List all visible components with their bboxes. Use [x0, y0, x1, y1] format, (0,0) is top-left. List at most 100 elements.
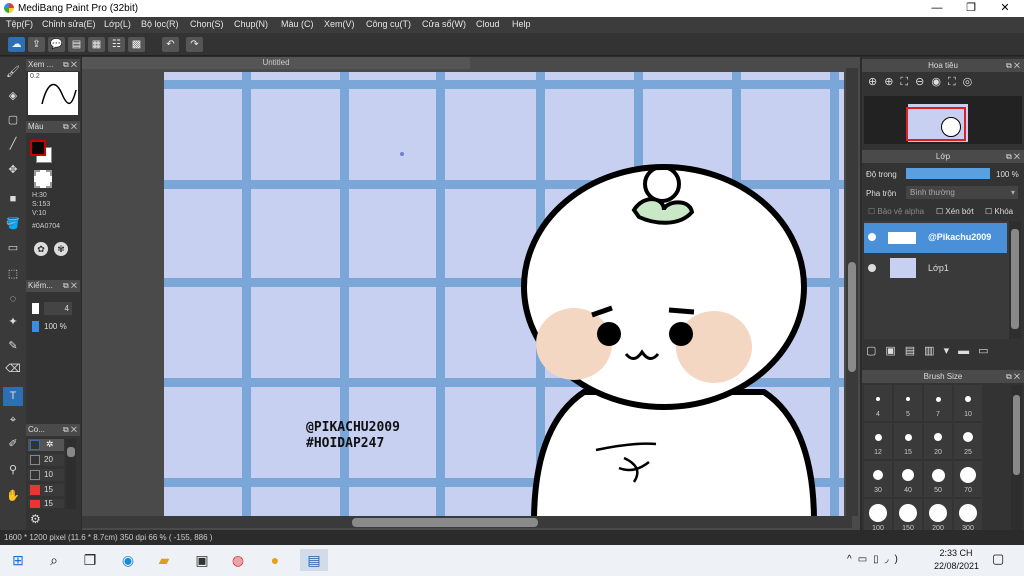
menu-color[interactable]: Màu (C) — [281, 19, 314, 29]
document-tab[interactable]: Untitled — [82, 57, 470, 69]
layer-action-buttons[interactable]: ▢▣▤▥▾▬▭ — [866, 344, 1020, 360]
magic-wand-tool-icon[interactable]: ✦ — [3, 313, 23, 332]
lasso-tool-icon[interactable]: ◌ — [3, 290, 23, 309]
brush-size-option[interactable]: 25 — [954, 423, 982, 459]
panel-close-icon[interactable]: ⧉ ✕ — [63, 280, 77, 292]
drawing-canvas[interactable]: @PIKACHU2009 #HOIDAP247 — [164, 72, 844, 516]
undo-button[interactable]: ↶ — [162, 37, 179, 52]
line-tool-icon[interactable]: ╱ — [3, 135, 23, 154]
close-button[interactable]: ✕ — [990, 1, 1020, 16]
color-set-scrollbar[interactable] — [66, 439, 76, 509]
brush-size-option[interactable]: 4 — [864, 385, 892, 421]
add-color-icon[interactable]: ⚙ — [30, 512, 46, 526]
brush-size-option[interactable]: 50 — [924, 461, 952, 497]
layer-row[interactable]: @Pikachu2009 — [864, 223, 1007, 253]
windows-start-icon[interactable]: ⊞ — [6, 549, 30, 571]
layer-row[interactable]: Lớp1 — [864, 255, 1007, 281]
fill-rect-tool-icon[interactable]: ■ — [3, 190, 23, 209]
brush-size-option[interactable]: 200 — [924, 499, 952, 530]
panel-close-icon[interactable]: ⧉ ✕ — [1006, 150, 1020, 163]
panel-close-icon[interactable]: ⧉ ✕ — [63, 59, 77, 71]
dropper-tool-icon[interactable]: ✐ — [3, 435, 23, 454]
color-set-row[interactable]: ✲ — [28, 439, 64, 451]
brush-size-option[interactable]: 70 — [954, 461, 982, 497]
text-tool-icon[interactable]: T — [3, 387, 23, 406]
navigator-buttons[interactable]: ⊕⊕⛶⊖◉⛶◎ — [864, 75, 1022, 93]
foreground-color-swatch[interactable] — [30, 140, 46, 156]
color-set-row[interactable]: 15 — [28, 484, 64, 496]
protect-alpha-checkbox[interactable]: ☐ Bảo vệ alpha — [868, 207, 924, 216]
palette-icon[interactable]: ✿ — [34, 242, 48, 256]
menu-tools[interactable]: Công cụ(T) — [366, 19, 411, 29]
panel-close-icon[interactable]: ⧉ ✕ — [1006, 59, 1020, 72]
select-pen-tool-icon[interactable]: ✎ — [3, 337, 23, 356]
panel-close-icon[interactable]: ⧉ ✕ — [63, 121, 77, 133]
brush-opacity-value[interactable]: 100 % — [44, 322, 67, 331]
move-tool-icon[interactable]: ✥ — [3, 161, 23, 180]
search-icon[interactable]: ⌕ — [42, 549, 66, 571]
select-rect-tool-icon[interactable]: ⬚ — [3, 265, 23, 284]
medibang-taskbar-icon[interactable]: ● — [263, 549, 287, 571]
minimize-button[interactable]: — — [922, 1, 952, 16]
brush-size-option[interactable]: 40 — [894, 461, 922, 497]
menu-filter[interactable]: Bộ lọc(R) — [141, 19, 179, 29]
menu-select[interactable]: Chọn(S) — [190, 19, 224, 29]
color-set-row[interactable]: 15 — [28, 499, 64, 508]
brush-size-option[interactable]: 150 — [894, 499, 922, 530]
brush-tool-icon[interactable]: 🖌 — [3, 63, 23, 82]
eyedropper-tool-icon[interactable]: ⚲ — [3, 461, 23, 480]
select-eraser-tool-icon[interactable]: ⌫ — [3, 360, 23, 379]
menu-edit[interactable]: Chỉnh sửa(E) — [42, 19, 96, 29]
brush-size-option[interactable]: 15 — [894, 423, 922, 459]
cloud-icon[interactable]: ☁ — [8, 37, 25, 52]
navigator-preview[interactable] — [864, 96, 1022, 144]
menu-file[interactable]: Tệp(F) — [6, 19, 33, 29]
horizontal-scroll-thumb[interactable] — [352, 518, 538, 527]
grid-icon[interactable]: ▩ — [128, 37, 145, 52]
color-set-row[interactable]: 20 — [28, 454, 64, 466]
lock-checkbox[interactable]: ☐ Khóa — [985, 207, 1013, 216]
comment-icon[interactable]: 💬 — [48, 37, 65, 52]
brush-size-option[interactable]: 20 — [924, 423, 952, 459]
operation-tool-icon[interactable]: ⌖ — [3, 411, 23, 430]
store-icon[interactable]: ▣ — [190, 549, 214, 571]
menu-view[interactable]: Xem(V) — [324, 19, 355, 29]
brush-size-option[interactable]: 300 — [954, 499, 982, 530]
clock-date[interactable]: 22/08/2021 — [934, 561, 979, 571]
maximize-button[interactable]: ❐ — [956, 1, 986, 16]
menu-capture[interactable]: Chụp(N) — [234, 19, 268, 29]
photos-icon[interactable]: ▤ — [300, 549, 328, 571]
brush-size-option[interactable]: 10 — [954, 385, 982, 421]
system-tray-icons[interactable]: ^▭▯◞) — [847, 554, 904, 565]
edge-browser-icon[interactable]: ◉ — [116, 549, 140, 571]
file-explorer-icon[interactable]: ▰ — [152, 549, 176, 571]
vertical-scroll-thumb[interactable] — [848, 262, 856, 372]
chrome-icon[interactable]: ◍ — [226, 549, 250, 571]
task-view-icon[interactable]: ❐ — [78, 549, 102, 571]
notification-icon[interactable]: ▢ — [992, 551, 1004, 567]
panel-close-icon[interactable]: ⧉ ✕ — [1006, 370, 1020, 383]
hand-tool-icon[interactable]: ✋ — [3, 487, 23, 506]
brush-size-scrollbar[interactable] — [1011, 385, 1022, 530]
brush-size-field[interactable]: 4 — [44, 302, 72, 315]
clipping-checkbox[interactable]: ☐ Xén bớt — [936, 207, 974, 216]
menu-layer[interactable]: Lớp(L) — [104, 19, 131, 29]
panel-close-icon[interactable]: ⧉ ✕ — [63, 424, 77, 436]
list-icon[interactable]: ☷ — [108, 37, 125, 52]
menu-help[interactable]: Help — [512, 19, 531, 29]
message-icon[interactable]: ▤ — [68, 37, 85, 52]
eye-icon[interactable] — [868, 233, 876, 241]
eraser-tool-icon[interactable]: ◈ — [3, 87, 23, 106]
bucket-tool-icon[interactable]: 🪣 — [3, 215, 23, 234]
gradient-tool-icon[interactable]: ▭ — [3, 239, 23, 258]
brush-size-option[interactable]: 100 — [864, 499, 892, 530]
transparent-color-swatch[interactable] — [34, 170, 52, 188]
gear-icon[interactable]: ✲ — [46, 439, 54, 450]
clock-time[interactable]: 2:33 CH — [936, 548, 976, 558]
layer-scrollbar[interactable] — [1009, 221, 1021, 339]
menu-cloud[interactable]: Cloud — [476, 19, 500, 29]
redo-button[interactable]: ↷ — [186, 37, 203, 52]
brush-size-option[interactable]: 5 — [894, 385, 922, 421]
brush-size-option[interactable]: 30 — [864, 461, 892, 497]
share-icon[interactable]: ⇪ — [28, 37, 45, 52]
